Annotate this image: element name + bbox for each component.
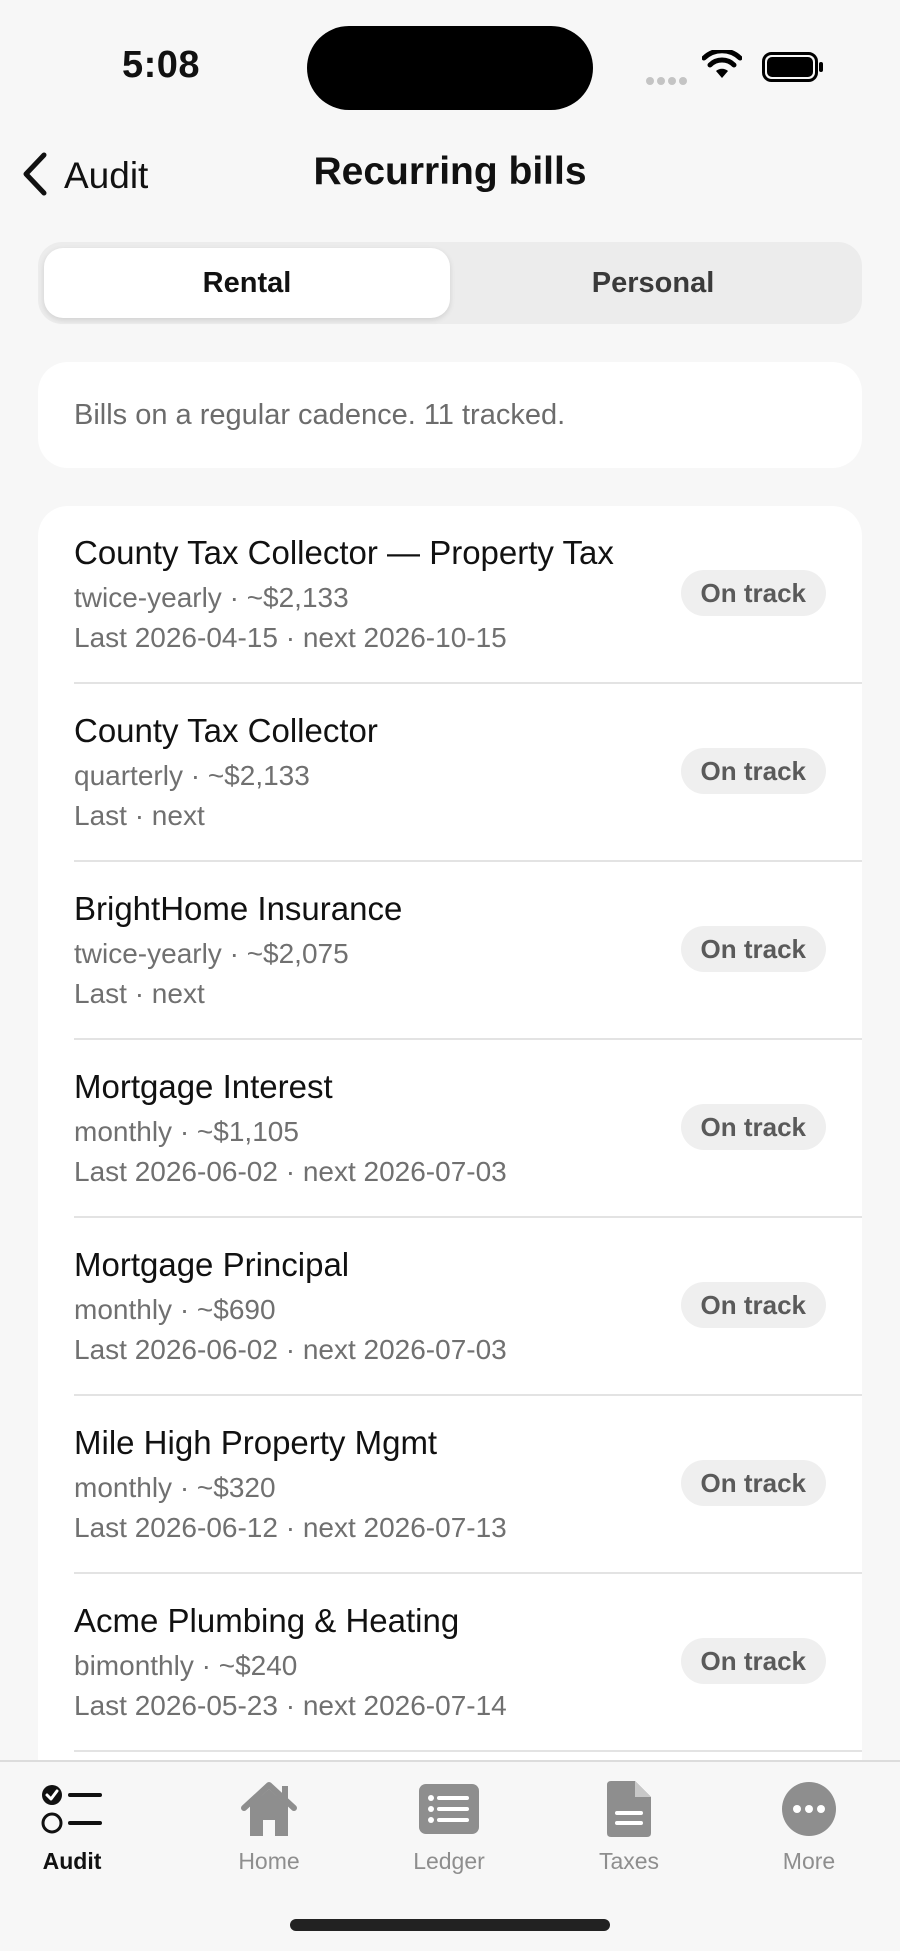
tab-audit[interactable]: Audit — [2, 1778, 142, 1888]
bill-row[interactable]: Acme Plumbing & Heating bimonthly · ~$24… — [74, 1574, 862, 1752]
tab-label: Taxes — [598, 1848, 660, 1874]
tab-taxes[interactable]: Taxes — [559, 1778, 699, 1888]
tab-more[interactable]: More — [739, 1778, 879, 1888]
bill-row[interactable]: Mortgage Principal monthly · ~$690 Last … — [74, 1218, 862, 1396]
segment-personal[interactable]: Personal — [450, 248, 856, 318]
bill-frequency-amount: monthly · ~$690 — [74, 1294, 276, 1325]
navigation-bar: Audit Recurring bills — [0, 130, 900, 220]
bill-dates: Last · next — [74, 800, 205, 831]
status-bar: 5:08 — [0, 0, 900, 120]
tab-home[interactable]: Home — [199, 1778, 339, 1888]
home-indicator — [290, 1919, 610, 1931]
bill-name: County Tax Collector — [74, 712, 378, 749]
bill-name: Acme Plumbing & Heating — [74, 1602, 460, 1639]
bill-frequency-amount: monthly · ~$1,105 — [74, 1116, 299, 1147]
info-text: Bills on a regular cadence. 11 tracked. — [74, 398, 566, 431]
page-title: Recurring bills — [313, 150, 587, 193]
bill-row[interactable]: Mortgage Interest monthly · ~$1,105 Last… — [74, 1040, 862, 1218]
status-badge: On track — [680, 926, 826, 972]
bill-row[interactable]: County Tax Collector quarterly · ~$2,133… — [74, 684, 862, 862]
bill-dates: Last 2026-06-02 · next 2026-07-03 — [74, 1334, 507, 1365]
segment-rental[interactable]: Rental — [44, 248, 450, 318]
bill-name: County Tax Collector — Property Tax — [74, 534, 614, 571]
wifi-icon — [701, 48, 743, 85]
info-card: Bills on a regular cadence. 11 tracked. — [38, 362, 862, 468]
bill-frequency-amount: quarterly · ~$2,133 — [74, 760, 310, 791]
bill-name: Mortgage Interest — [74, 1068, 333, 1105]
bill-name: Mile High Property Mgmt — [74, 1424, 438, 1461]
status-badge: On track — [680, 1460, 826, 1506]
bill-row[interactable]: County Tax Collector — Property Tax twic… — [74, 506, 862, 684]
battery-icon — [762, 52, 824, 87]
cellular-signal-icon — [646, 72, 692, 85]
status-badge: On track — [680, 748, 826, 794]
bills-list: County Tax Collector — Property Tax twic… — [38, 506, 862, 1766]
status-time: 5:08 — [122, 44, 201, 86]
status-badge: On track — [680, 1104, 826, 1150]
bill-row[interactable]: Mile High Property Mgmt monthly · ~$320 … — [74, 1396, 862, 1574]
status-badge: On track — [680, 570, 826, 616]
document-icon — [605, 1778, 653, 1840]
tab-label: Home — [238, 1848, 300, 1874]
bill-dates: Last 2026-04-15 · next 2026-10-15 — [74, 622, 507, 653]
segmented-control: Rental Personal — [38, 242, 862, 324]
tab-label: Audit — [42, 1848, 102, 1874]
tab-label: More — [782, 1848, 836, 1874]
bill-row[interactable]: BrightHome Insurance twice-yearly · ~$2,… — [74, 862, 862, 1040]
house-icon — [238, 1778, 300, 1840]
tab-ledger[interactable]: Ledger — [379, 1778, 519, 1888]
bill-dates: Last 2026-06-02 · next 2026-07-03 — [74, 1156, 507, 1187]
bill-frequency-amount: twice-yearly · ~$2,075 — [74, 938, 349, 969]
bill-frequency-amount: monthly · ~$320 — [74, 1472, 276, 1503]
ledger-icon — [417, 1778, 481, 1840]
more-icon — [780, 1778, 838, 1840]
bill-dates: Last · next — [74, 978, 205, 1009]
bill-dates: Last 2026-05-23 · next 2026-07-14 — [74, 1690, 507, 1721]
bill-dates: Last 2026-06-12 · next 2026-07-13 — [74, 1512, 507, 1543]
bill-name: BrightHome Insurance — [74, 890, 403, 927]
dynamic-island — [307, 26, 593, 110]
tab-label: Ledger — [413, 1848, 485, 1874]
bill-frequency-amount: bimonthly · ~$240 — [74, 1650, 298, 1681]
status-badge: On track — [680, 1282, 826, 1328]
bill-frequency-amount: twice-yearly · ~$2,133 — [74, 582, 349, 613]
status-badge: On track — [680, 1638, 826, 1684]
checklist-icon — [40, 1778, 104, 1840]
bill-name: Mortgage Principal — [74, 1246, 350, 1283]
